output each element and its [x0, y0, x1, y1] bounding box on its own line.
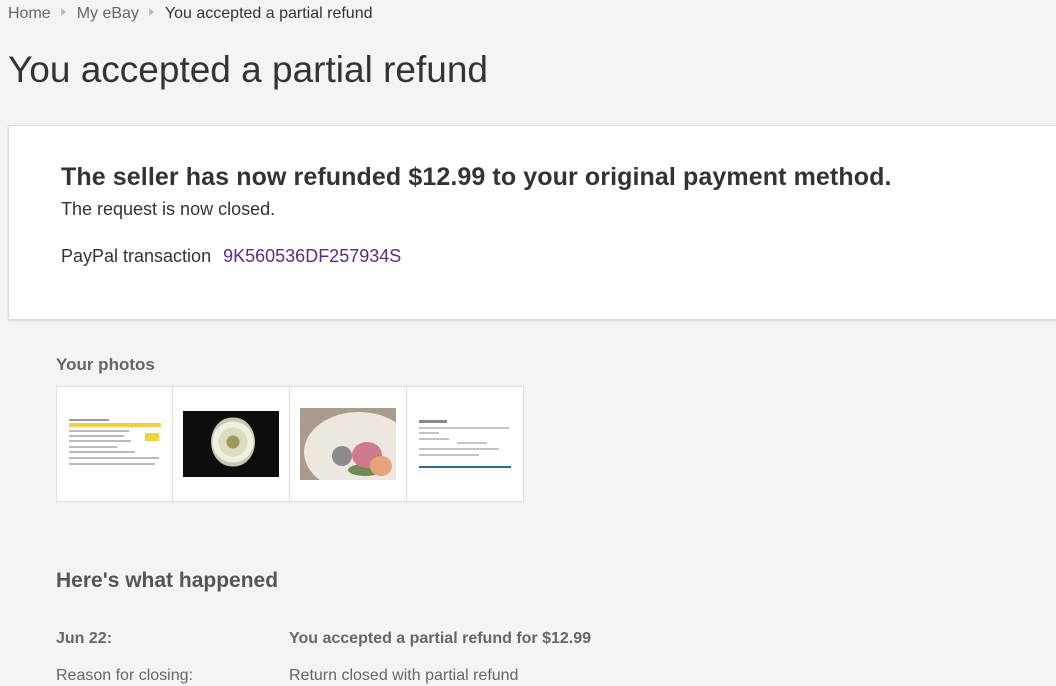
event-date-label: Jun 22:	[56, 630, 113, 647]
photo-thumbnail[interactable]	[290, 386, 407, 502]
breadcrumb: Home My eBay You accepted a partial refu…	[8, 4, 373, 24]
history-heading: Here's what happened	[56, 569, 279, 592]
photo-thumbnail[interactable]	[173, 386, 290, 502]
request-closed-text: The request is now closed.	[61, 199, 276, 219]
event-description: You accepted a partial refund for $12.99	[289, 630, 592, 647]
refund-status-card: The seller has now refunded $12.99 to yo…	[8, 125, 1056, 320]
breadcrumb-home-link[interactable]: Home	[8, 5, 51, 23]
photo-thumbnail[interactable]	[56, 386, 173, 502]
breadcrumb-separator-icon	[148, 8, 154, 16]
photo-thumbnail[interactable]	[407, 386, 524, 502]
breadcrumb-current: You accepted a partial refund	[164, 5, 373, 22]
page-title: You accepted a partial refund	[8, 49, 488, 90]
closing-reason-value: Return closed with partial refund	[289, 667, 519, 684]
form-screenshot-image	[417, 418, 513, 470]
breadcrumb-my-ebay-link[interactable]: My eBay	[77, 5, 139, 23]
paypal-transaction-label: PayPal transaction	[61, 246, 212, 266]
refund-headline: The seller has now refunded $12.99 to yo…	[61, 163, 892, 191]
closing-reason-label: Reason for closing:	[56, 667, 193, 684]
plate-photo-image	[300, 408, 396, 480]
photos-gallery	[56, 386, 524, 502]
document-screenshot-image	[67, 417, 163, 471]
paypal-transaction-row: PayPal transaction 9K560536DF257934S	[61, 246, 401, 267]
breadcrumb-separator-icon	[60, 8, 66, 16]
basket-photo-image	[183, 411, 279, 477]
paypal-transaction-link[interactable]: 9K560536DF257934S	[223, 246, 401, 266]
photos-heading: Your photos	[56, 355, 155, 374]
